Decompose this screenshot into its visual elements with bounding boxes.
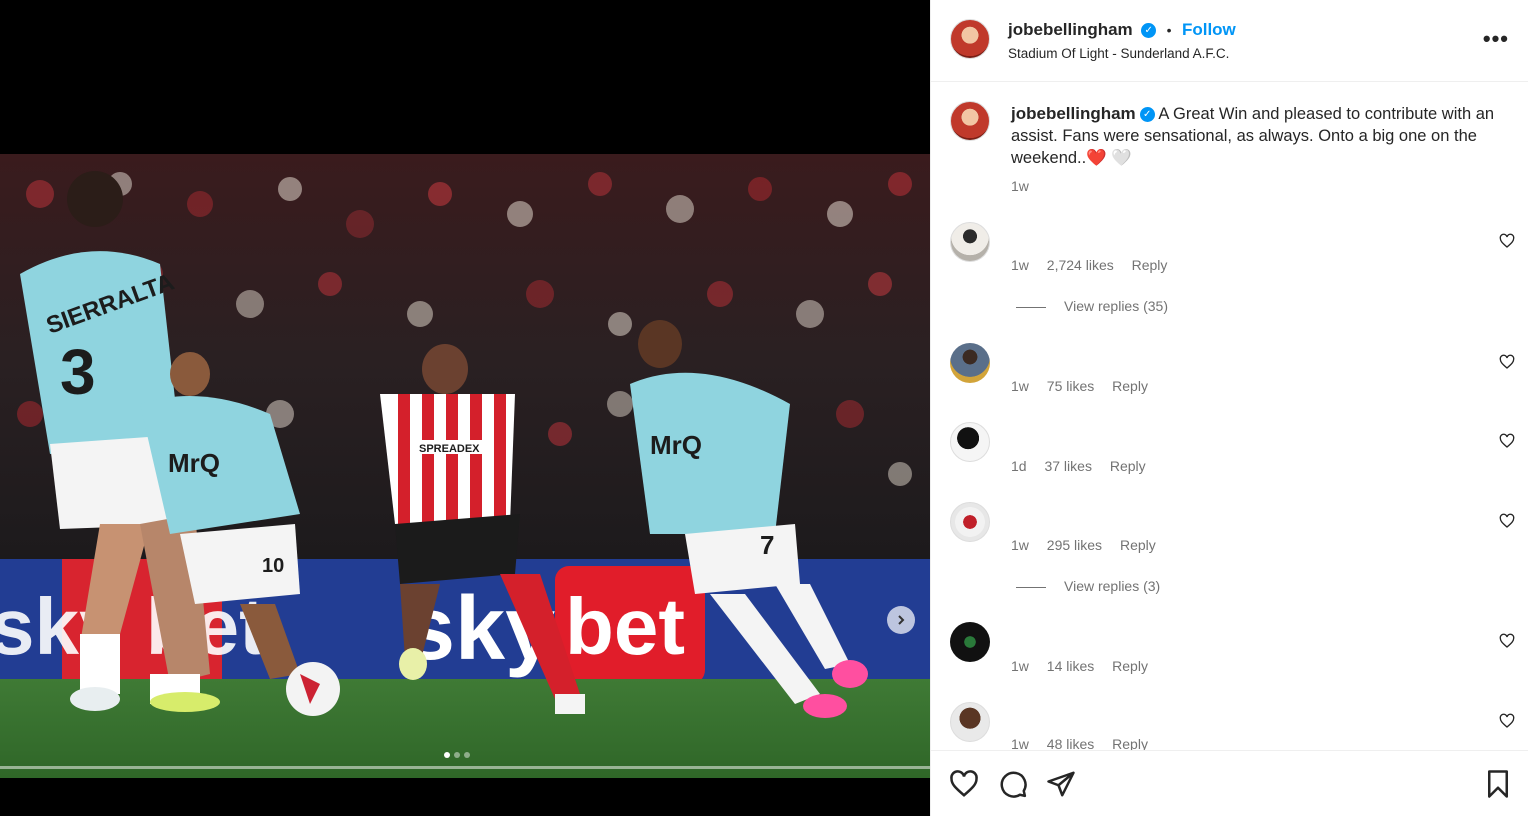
comment-likes[interactable]: 75 likes	[1047, 378, 1094, 394]
separator-dot: •	[1166, 22, 1172, 38]
like-comment-icon[interactable]	[1499, 433, 1515, 449]
reply-button[interactable]: Reply	[1120, 537, 1156, 553]
comment-meta: 1w 14 likes Reply	[1011, 658, 1162, 674]
view-replies-button[interactable]: View replies (3)	[1016, 578, 1160, 594]
comment-meta: 1d 37 likes Reply	[1011, 458, 1160, 474]
author-line: jobebellingham ✓ • Follow	[1008, 20, 1236, 40]
commenter-avatar[interactable]	[950, 702, 990, 742]
sponsor-red-text: SPREADEX	[419, 443, 480, 455]
sponsor-text-2: MrQ	[650, 430, 702, 460]
post-media: sky bet sky bet SIERRALTA 3 MrQ 10 SPREA…	[0, 0, 930, 816]
number-mid-text: 10	[262, 555, 284, 577]
like-comment-icon[interactable]	[1499, 633, 1515, 649]
post-location[interactable]: Stadium Of Light - Sunderland A.F.C.	[1008, 46, 1229, 61]
commenter-avatar[interactable]	[950, 222, 990, 262]
number-right-text: 7	[760, 530, 774, 560]
like-comment-icon[interactable]	[1499, 513, 1515, 529]
save-bookmark-icon[interactable]	[1483, 769, 1513, 799]
like-comment-icon[interactable]	[1499, 713, 1515, 729]
caption-username[interactable]: jobebellingham	[1011, 104, 1136, 123]
comment-time: 1w	[1011, 736, 1029, 750]
reply-button[interactable]: Reply	[1112, 658, 1148, 674]
more-options-icon[interactable]: •••	[1483, 26, 1509, 52]
verified-badge-icon: ✓	[1141, 23, 1157, 39]
comment-likes[interactable]: 2,724 likes	[1047, 257, 1114, 273]
comment-time: 1w	[1011, 257, 1029, 273]
reply-button[interactable]: Reply	[1112, 378, 1148, 394]
reply-button[interactable]: Reply	[1112, 736, 1148, 750]
caption-time: 1w	[1011, 178, 1029, 194]
post-photo[interactable]: sky bet sky bet SIERRALTA 3 MrQ 10 SPREA…	[0, 154, 930, 778]
carousel-dot	[454, 752, 460, 758]
post-header: jobebellingham ✓ • Follow Stadium Of Lig…	[931, 0, 1528, 82]
like-heart-icon[interactable]	[949, 769, 979, 799]
number-left-text: 3	[60, 336, 96, 408]
post-action-bar	[931, 750, 1528, 816]
comment-meta: 1w 2,724 likes Reply	[1011, 257, 1181, 273]
author-username[interactable]: jobebellingham	[1008, 20, 1133, 39]
commenter-avatar[interactable]	[950, 622, 990, 662]
caption-emoji: ❤️ 🤍	[1086, 149, 1132, 167]
like-comment-icon[interactable]	[1499, 354, 1515, 370]
comment-likes[interactable]: 48 likes	[1047, 736, 1094, 750]
commenter-avatar[interactable]	[950, 422, 990, 462]
caption-avatar[interactable]	[950, 101, 990, 141]
verified-badge-icon: ✓	[1139, 107, 1155, 123]
author-avatar[interactable]	[950, 19, 990, 59]
carousel-dot	[444, 752, 450, 758]
comment-likes[interactable]: 14 likes	[1047, 658, 1094, 674]
carousel-dot	[464, 752, 470, 758]
comment-time: 1w	[1011, 537, 1029, 553]
comment-time: 1w	[1011, 658, 1029, 674]
comment-meta: 1w 295 likes Reply	[1011, 537, 1170, 553]
commenter-avatar[interactable]	[950, 343, 990, 383]
share-send-icon[interactable]	[1046, 769, 1076, 799]
commenter-avatar[interactable]	[950, 502, 990, 542]
chevron-right-icon	[898, 615, 905, 625]
follow-button[interactable]: Follow	[1182, 20, 1236, 39]
comments-list[interactable]: jobebellingham ✓ A Great Win and pleased …	[931, 83, 1528, 750]
post-caption: jobebellingham ✓ A Great Win and pleased …	[1011, 103, 1496, 169]
comment-meta: 1w 75 likes Reply	[1011, 378, 1162, 394]
comment-likes[interactable]: 37 likes	[1044, 458, 1091, 474]
post-side-panel: jobebellingham ✓ • Follow Stadium Of Lig…	[930, 0, 1528, 816]
ad-text-right: bet	[565, 582, 685, 671]
reply-button[interactable]: Reply	[1132, 257, 1168, 273]
comment-bubble-icon[interactable]	[998, 769, 1028, 799]
view-replies-label: View replies (3)	[1064, 578, 1161, 594]
football-photo: sky bet sky bet SIERRALTA 3 MrQ 10 SPREA…	[0, 154, 930, 778]
comment-time: 1d	[1011, 458, 1027, 474]
comment-time: 1w	[1011, 378, 1029, 394]
view-replies-button[interactable]: View replies (35)	[1016, 298, 1168, 314]
carousel-indicator	[444, 752, 470, 758]
view-replies-label: View replies (35)	[1064, 298, 1169, 314]
caption-meta: 1w	[1011, 178, 1043, 194]
reply-button[interactable]: Reply	[1110, 458, 1146, 474]
comment-meta: 1w 48 likes Reply	[1011, 736, 1162, 750]
like-comment-icon[interactable]	[1499, 233, 1515, 249]
comment-likes[interactable]: 295 likes	[1047, 537, 1102, 553]
sponsor-text-1: MrQ	[168, 448, 220, 478]
next-photo-button[interactable]	[887, 606, 915, 634]
